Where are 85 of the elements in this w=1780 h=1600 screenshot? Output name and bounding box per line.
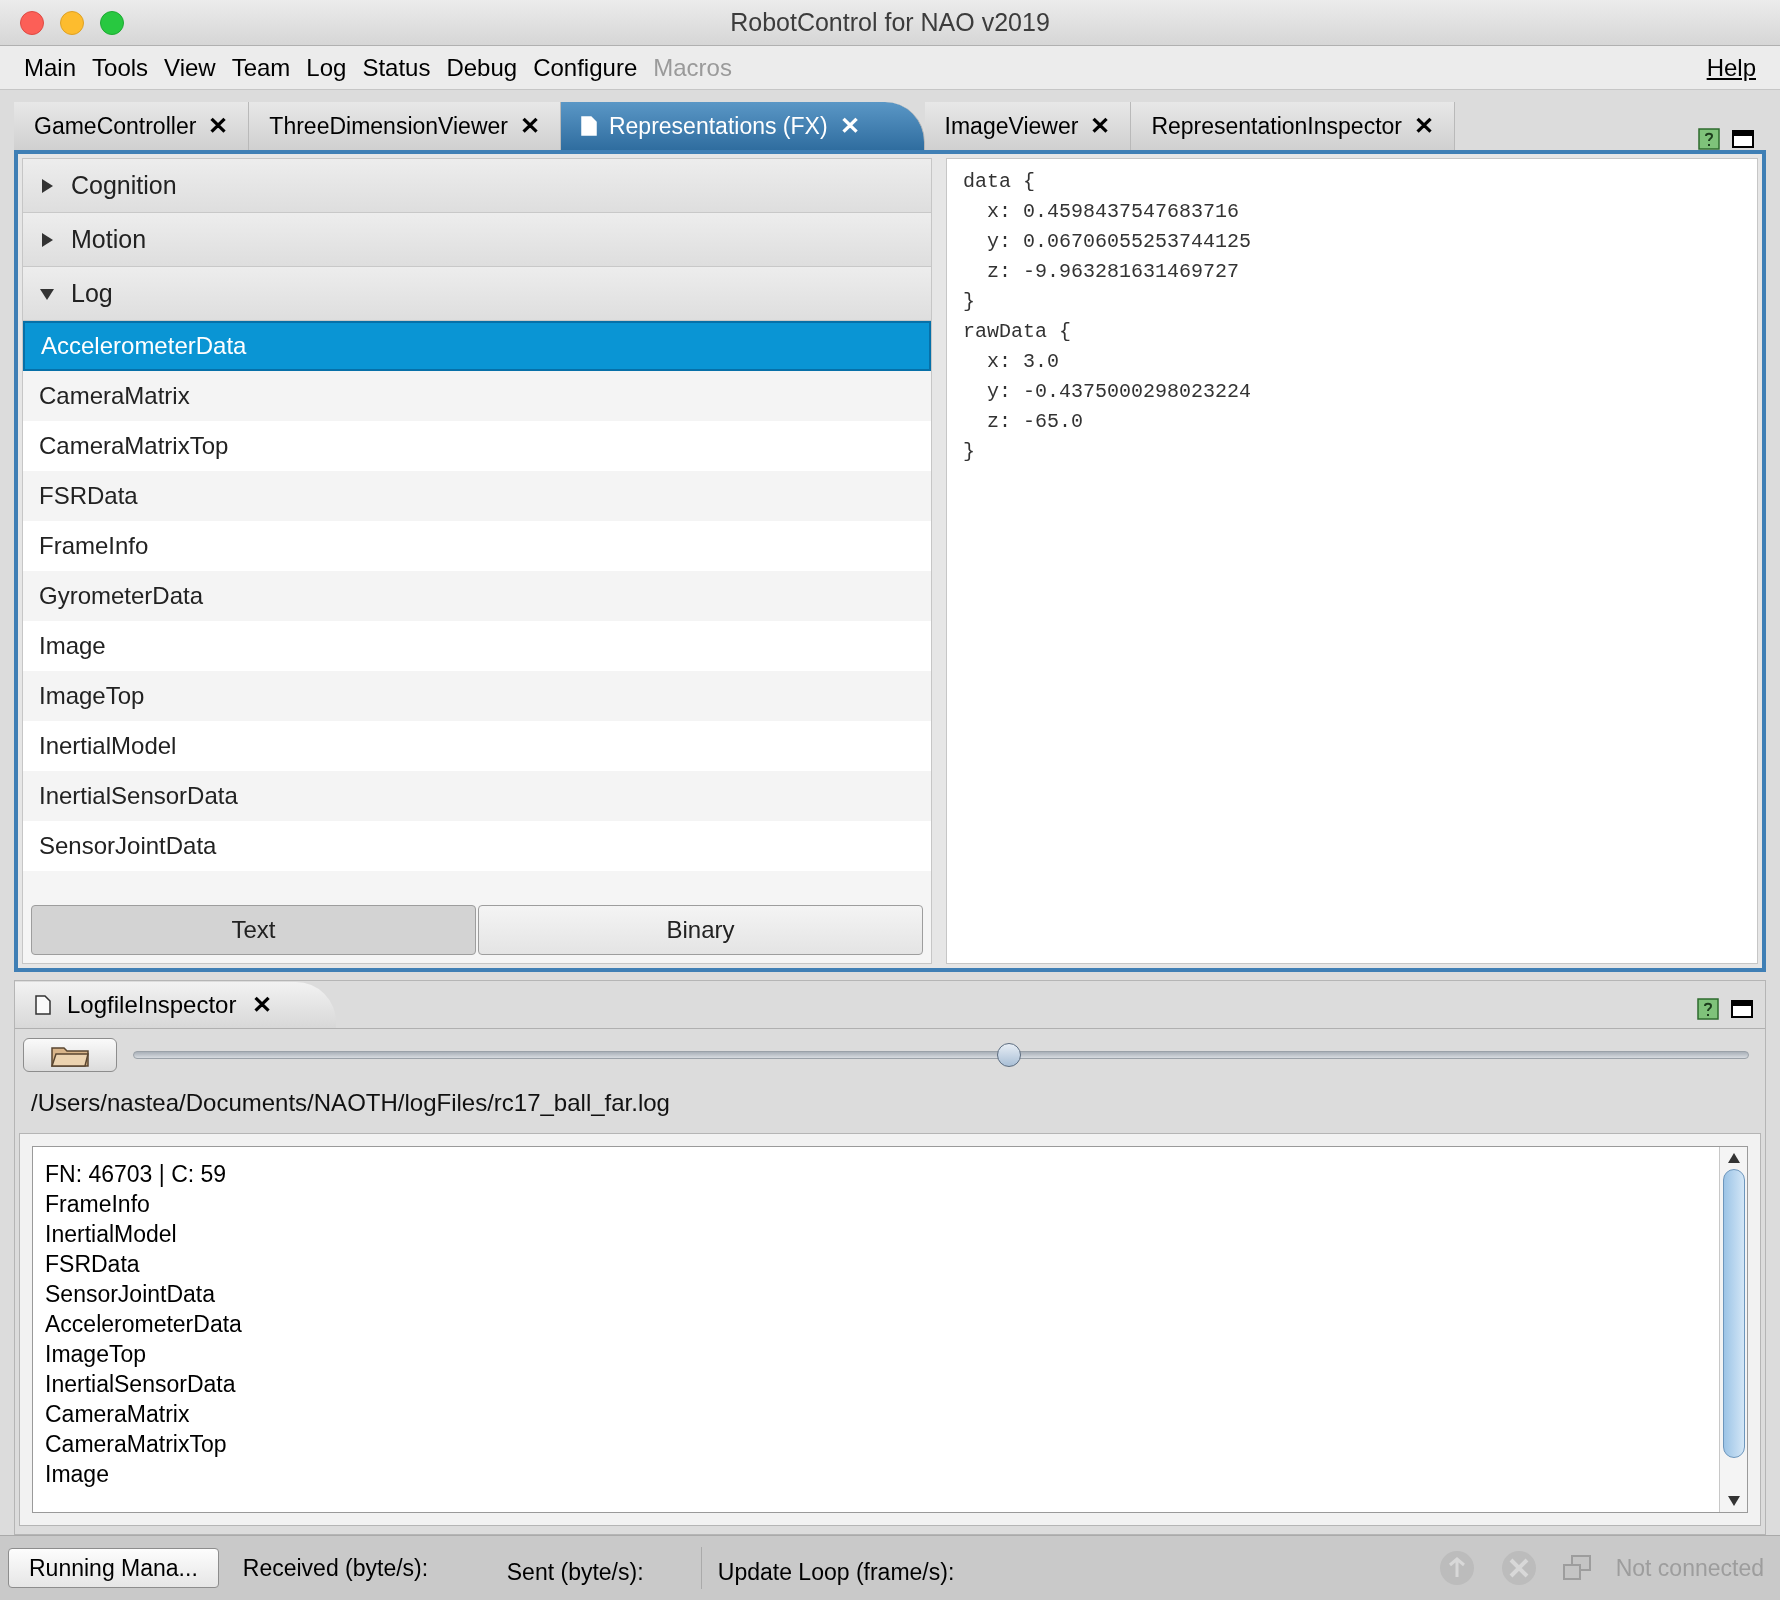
- scroll-down-icon[interactable]: [1726, 1494, 1741, 1508]
- tab[interactable]: LogfileInspector ✕: [15, 982, 337, 1028]
- tab-label: LogfileInspector: [67, 990, 237, 1020]
- tab[interactable]: GameController ✕: [14, 102, 250, 150]
- tab[interactable]: RepresentationInspector ✕: [1131, 102, 1455, 150]
- maximize-icon[interactable]: [1731, 1000, 1753, 1018]
- category-label: Cognition: [71, 169, 177, 201]
- running-manager-button[interactable]: Running Mana...: [8, 1548, 219, 1588]
- close-icon[interactable]: ✕: [208, 108, 229, 144]
- list-item[interactable]: CameraMatrixTop: [23, 421, 931, 471]
- menu-item[interactable]: Tools: [92, 49, 149, 86]
- list-item[interactable]: InertialModel: [23, 721, 931, 771]
- file-path: /Users/nastea/Documents/NAOTH/logFiles/rc17_ball_far.log: [30, 1088, 671, 1118]
- log-line: AccelerometerData: [45, 1310, 243, 1339]
- log-line: FSRData: [45, 1250, 141, 1279]
- scroll-thumb[interactable]: [1722, 1169, 1745, 1458]
- code-line: z: -9.963281631469727: [986, 259, 1241, 285]
- close-icon[interactable]: ✕: [252, 987, 273, 1023]
- slider-thumb[interactable]: [996, 1043, 1021, 1067]
- disconnected-icon: [1499, 1549, 1538, 1587]
- log-line: CameraMatrixTop: [45, 1430, 228, 1459]
- category-label: Log: [71, 277, 113, 309]
- menu-item[interactable]: Debug: [446, 49, 518, 86]
- tab-label: ThreeDimensionViewer: [269, 111, 508, 141]
- slider[interactable]: [133, 1042, 1749, 1068]
- close-icon[interactable]: ✕: [519, 108, 540, 144]
- help-icon[interactable]: [1698, 128, 1720, 150]
- caret-right-icon: [39, 177, 55, 194]
- log-line: FrameInfo: [45, 1190, 151, 1219]
- update-loop-label: Update Loop (frame/s):: [700, 1546, 955, 1590]
- help-icon[interactable]: [1697, 998, 1719, 1020]
- close-window-icon[interactable]: [20, 10, 44, 35]
- menu-item[interactable]: Status: [362, 49, 431, 86]
- open-file-button[interactable]: [23, 1038, 117, 1072]
- tab-label: GameController: [34, 111, 197, 141]
- maximize-icon[interactable]: [1732, 130, 1754, 148]
- window-title: RobotControl for NAO v2019: [730, 6, 1050, 38]
- menu-item[interactable]: View: [164, 49, 216, 86]
- log-line: CameraMatrix: [45, 1400, 191, 1429]
- format-button[interactable]: Text: [31, 905, 476, 955]
- tab-label: ImageViewer: [944, 111, 1079, 141]
- code-line: y: 0.06706055253744125: [986, 229, 1253, 255]
- log-line: ImageTop: [45, 1340, 147, 1369]
- code-line: x: 3.0: [986, 349, 1060, 375]
- menu-item[interactable]: Main: [24, 49, 77, 86]
- code-line: rawData {: [963, 319, 1073, 345]
- format-button[interactable]: Binary: [478, 905, 923, 955]
- scrollbar[interactable]: [1719, 1147, 1747, 1512]
- list-item[interactable]: Image: [23, 621, 931, 671]
- code-line: y: -0.4375000298023224: [986, 379, 1253, 405]
- network-icon: [1561, 1554, 1592, 1582]
- menu-item[interactable]: Log: [306, 49, 347, 86]
- code-line: z: -65.0: [986, 409, 1085, 435]
- document-icon: [35, 995, 51, 1015]
- code-line: }: [963, 439, 976, 465]
- log-line: FN: 46703 | C: 59: [45, 1160, 228, 1189]
- category-header[interactable]: Log: [23, 267, 931, 321]
- category-label: Motion: [71, 223, 147, 255]
- caret-right-icon: [39, 231, 55, 248]
- received-label: Received (byte/s):: [242, 1553, 430, 1583]
- tab[interactable]: ThreeDimensionViewer ✕: [249, 102, 561, 150]
- log-line: Image: [45, 1460, 110, 1489]
- log-line: InertialSensorData: [45, 1370, 237, 1399]
- menu-item[interactable]: Configure: [533, 49, 638, 86]
- log-line: SensorJointData: [45, 1280, 217, 1309]
- menu-item[interactable]: Team: [231, 49, 291, 86]
- category-header[interactable]: Motion: [23, 213, 931, 267]
- tab[interactable]: Representations (FX) ✕: [560, 102, 925, 150]
- code-line: data {: [963, 169, 1036, 195]
- close-icon[interactable]: ✕: [839, 108, 860, 144]
- close-icon[interactable]: ✕: [1090, 108, 1111, 144]
- document-icon: [580, 116, 597, 136]
- code-line: x: 0.4598437547683716: [986, 199, 1241, 225]
- close-icon[interactable]: ✕: [1414, 108, 1434, 144]
- tab-label: Representations (FX): [608, 111, 828, 141]
- scroll-up-icon[interactable]: [1726, 1151, 1741, 1165]
- category-header[interactable]: Cognition: [23, 159, 931, 213]
- sent-label: Sent (byte/s):: [506, 1557, 645, 1587]
- list-item[interactable]: SensorJointData: [23, 821, 931, 871]
- code-line: }: [963, 289, 976, 315]
- tab[interactable]: ImageViewer ✕: [924, 102, 1132, 150]
- list-item[interactable]: FrameInfo: [23, 521, 931, 571]
- log-line: InertialModel: [45, 1220, 178, 1249]
- tab-label: RepresentationInspector: [1151, 111, 1402, 141]
- menu-item[interactable]: Help: [1706, 49, 1756, 86]
